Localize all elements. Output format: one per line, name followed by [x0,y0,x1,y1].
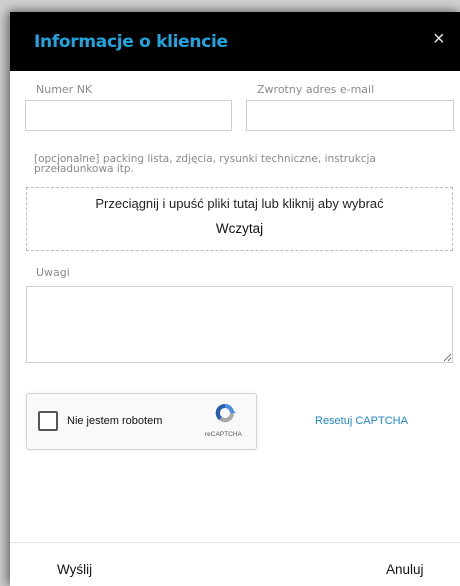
notes-textarea[interactable] [26,286,453,363]
captcha-label: Nie jestem robotem [67,415,163,427]
attachments-hint: [opcjonalne] packing lista, zdjęcia, rys… [34,153,376,175]
dropzone-text: Przeciągnij i upuść pliki tutaj lub klik… [95,196,384,211]
reset-captcha-link[interactable]: Resetuj CAPTCHA [315,415,408,427]
return-email-input[interactable] [246,100,454,131]
captcha-checkbox[interactable] [38,411,58,431]
file-dropzone[interactable]: Przeciągnij i upuść pliki tutaj lub klik… [26,187,453,251]
nk-number-label: Numer NK [36,83,93,96]
footer-divider [10,542,460,543]
customer-info-dialog: Informacje o kliencie × Numer NK Zwrotny… [10,12,460,586]
recaptcha-widget: Nie jestem robotem reCAPTCHA [26,393,257,450]
upload-button[interactable]: Wczytaj [27,221,452,236]
recaptcha-brand: reCAPTCHA [205,431,242,438]
return-email-label: Zwrotny adres e-mail [257,83,375,96]
cancel-button[interactable]: Anuluj [386,562,424,577]
send-button[interactable]: Wyślij [57,562,92,577]
nk-number-input[interactable] [25,100,232,131]
notes-label: Uwagi [36,266,70,279]
recaptcha-logo-icon [215,403,236,423]
close-icon[interactable]: × [433,29,445,49]
dialog-header: Informacje o kliencie × [10,12,460,71]
dialog-title: Informacje o kliencie [34,32,228,52]
